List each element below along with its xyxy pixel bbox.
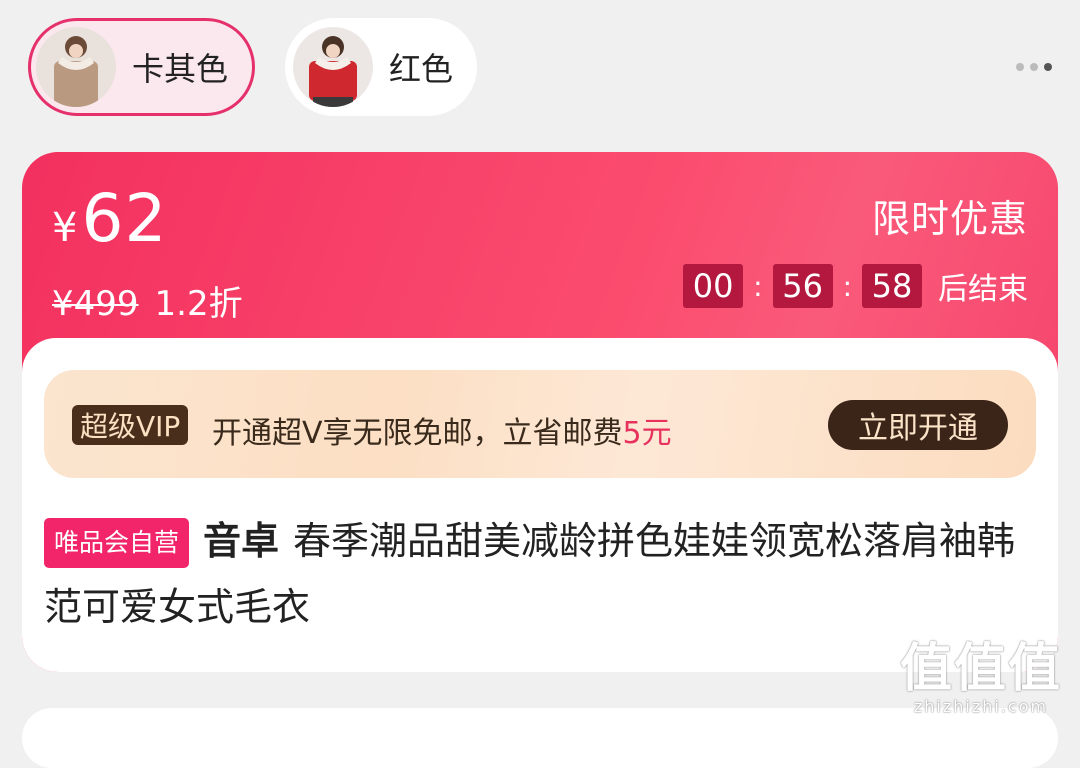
variant-chip-khaki[interactable]: 卡其色 <box>28 18 256 116</box>
vip-promo-main: 开通超V享无限免邮，立省邮费 <box>212 416 623 451</box>
brand-name: 音卓 <box>203 519 280 563</box>
variant-selector: 卡其色 红色 <box>28 18 478 116</box>
discount-label: 1.2折 <box>154 284 243 324</box>
price-card: ¥ 62 ¥499 1.2折 限时优惠 00 : 56 : 58 后结束 超级V… <box>22 152 1058 672</box>
more-variants-indicator <box>1016 63 1052 71</box>
vip-promo-banner[interactable]: 超级VIP 开通超V享无限免邮，立省邮费5元 立即开通 <box>44 370 1036 478</box>
vip-badge: 超级VIP <box>72 405 189 445</box>
variant-thumbnail-khaki <box>36 27 116 107</box>
price-value: 62 <box>81 180 168 257</box>
dot-icon <box>1044 63 1052 71</box>
variant-thumbnail-red <box>293 27 374 107</box>
countdown-hours: 00 <box>683 264 744 308</box>
original-price: ¥499 <box>52 284 139 324</box>
product-name: 春季潮品甜美减龄拼色娃娃领宽松落肩袖韩范可爱女式毛衣 <box>44 519 1016 629</box>
vip-savings-amount: 5元 <box>622 416 672 451</box>
next-section-card <box>22 708 1058 768</box>
product-info-panel: 超级VIP 开通超V享无限免邮，立省邮费5元 立即开通 唯品会自营 音卓 春季潮品甜… <box>22 338 1058 672</box>
countdown-minutes: 56 <box>772 264 833 308</box>
vip-promo-text: 开通超V享无限免邮，立省邮费5元 <box>212 408 672 452</box>
current-price: ¥ 62 <box>52 180 167 257</box>
dot-icon <box>1030 63 1038 71</box>
countdown-timer: 00 : 56 : 58 后结束 <box>683 264 1028 308</box>
product-title: 唯品会自营 音卓 春季潮品甜美减龄拼色娃娃领宽松落肩袖韩范可爱女式毛衣 <box>44 508 1034 640</box>
countdown-separator: : <box>753 269 763 303</box>
promo-title: 限时优惠 <box>871 197 1028 241</box>
variant-label: 红色 <box>389 50 454 88</box>
watermark-url: zhizhizhi.com <box>913 697 1049 716</box>
original-price-row: ¥499 1.2折 <box>52 276 243 325</box>
currency-symbol: ¥ <box>52 205 78 251</box>
dot-icon <box>1016 63 1024 71</box>
countdown-suffix: 后结束 <box>938 272 1028 307</box>
vip-activate-button[interactable]: 立即开通 <box>828 400 1008 450</box>
countdown-seconds: 58 <box>862 264 922 308</box>
variant-chip-red[interactable]: 红色 <box>285 18 478 116</box>
watermark-logo: 值值值 <box>899 639 1062 699</box>
countdown-separator: : <box>842 269 852 303</box>
self-operated-tag: 唯品会自营 <box>44 518 190 568</box>
variant-label: 卡其色 <box>132 50 229 88</box>
watermark: 值值值 zhizhizhi.com <box>900 641 1062 716</box>
